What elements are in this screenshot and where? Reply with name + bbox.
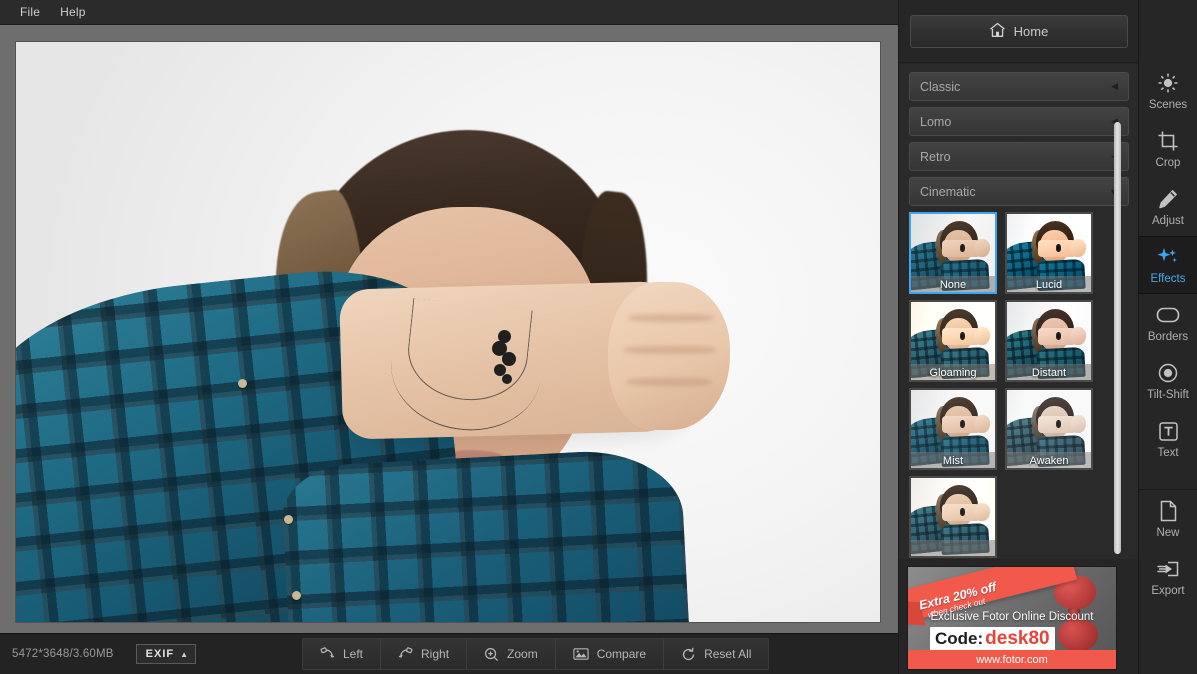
menu-file[interactable]: File [10,2,50,22]
rotate-left-icon [320,647,335,661]
image-info-text: 5472*3648/3.60MB [12,648,114,660]
zoom-in-icon [484,647,499,662]
menu-help[interactable]: Help [50,2,95,22]
home-label: Home [1014,24,1049,39]
ad-coupon-code: Code: desk80 [930,627,1055,651]
effect-thumb-none[interactable]: None [909,212,997,294]
tool-rail: Scenes Crop Adjust [1138,0,1197,674]
rail-label-export: Export [1151,585,1184,597]
sparkle-icon [1156,245,1180,269]
exif-label: EXIF [146,648,174,660]
effects-panel: Classic ◀ Lomo ◀ Retro ◀ Cinematic ▼ [899,64,1139,559]
home-icon [989,22,1006,41]
reset-icon [681,647,696,662]
chevron-left-icon: ◀ [1111,81,1118,92]
rotate-right-label: Right [421,647,449,661]
rail-item-tilt-shift[interactable]: Tilt-Shift [1139,352,1197,410]
category-lomo[interactable]: Lomo ◀ [909,107,1129,136]
zoom-button[interactable]: Zoom [467,639,556,669]
compare-label: Compare [597,647,646,661]
effect-thumb-gloaming[interactable]: Gloaming [909,300,997,382]
effect-thumb-lucid[interactable]: Lucid [1005,212,1093,294]
effect-thumb-distant[interactable]: Distant [1005,300,1093,382]
exif-button[interactable]: EXIF ▲ [136,644,196,664]
rail-item-borders[interactable]: Borders [1139,294,1197,352]
crop-icon [1157,129,1179,153]
effect-label: Lucid [1007,279,1091,291]
category-retro-label: Retro [920,150,951,164]
reset-all-label: Reset All [704,647,751,661]
compare-image-icon [573,647,589,661]
effect-label: Awaken [1007,455,1091,467]
rail-label-tilt-shift: Tilt-Shift [1147,389,1189,401]
text-box-icon [1158,419,1179,443]
rotate-right-icon [398,647,413,661]
rail-label-new: New [1156,527,1179,539]
rail-label-adjust: Adjust [1152,215,1184,227]
rail-label-scenes: Scenes [1149,99,1187,111]
rail-item-export[interactable]: Export [1139,548,1197,606]
rail-item-text[interactable]: Text [1139,410,1197,468]
effect-label: Distant [1007,367,1091,379]
rail-item-effects[interactable]: Effects [1139,236,1197,294]
rotate-left-button[interactable]: Left [303,639,381,669]
ad-code-label: Code: [935,629,983,649]
home-button[interactable]: Home [910,15,1128,48]
pushpin-icon [1058,619,1098,651]
effect-thumbnail-grid: None Lucid Gloaming [909,212,1109,568]
export-icon [1156,557,1180,581]
effects-scrollbar-thumb[interactable] [1114,122,1121,554]
reset-all-button[interactable]: Reset All [664,639,768,669]
category-classic-label: Classic [920,80,960,94]
effects-scrollbar-track[interactable] [1114,122,1121,554]
rail-item-new[interactable]: New [1139,490,1197,548]
promo-ad-banner[interactable]: Extra 20% off when check out Exclusive F… [907,566,1117,670]
menu-bar: File Help [0,0,898,25]
ad-url[interactable]: www.fotor.com [908,650,1116,669]
effect-thumb-partial[interactable] [909,476,997,558]
sun-icon [1157,71,1179,95]
effect-label: None [911,279,995,291]
target-icon [1157,361,1179,385]
rotate-left-label: Left [343,647,363,661]
category-lomo-label: Lomo [920,115,951,129]
rail-label-borders: Borders [1148,331,1188,343]
pencil-icon [1157,187,1179,211]
edited-photo [16,42,880,622]
chevron-up-icon: ▲ [180,650,188,659]
effect-label: Mist [911,455,995,467]
right-panel: Home Classic ◀ Lomo ◀ Retro ◀ Cinematic … [898,0,1138,674]
category-cinematic[interactable]: Cinematic ▼ [909,177,1129,206]
image-canvas[interactable] [16,42,880,622]
rail-label-effects: Effects [1151,273,1186,285]
category-retro[interactable]: Retro ◀ [909,142,1129,171]
effect-thumb-mist[interactable]: Mist [909,388,997,470]
rail-item-scenes[interactable]: Scenes [1139,62,1197,120]
app-window: File Help [0,0,1197,674]
effect-preview-image [911,478,995,556]
zoom-label: Zoom [507,647,538,661]
rail-item-crop[interactable]: Crop [1139,120,1197,178]
new-file-icon [1159,499,1178,523]
rail-item-adjust[interactable]: Adjust [1139,178,1197,236]
home-zone: Home [899,0,1138,63]
rotate-right-button[interactable]: Right [381,639,467,669]
compare-button[interactable]: Compare [556,639,664,669]
rail-divider [1139,468,1197,490]
status-bar: 5472*3648/3.60MB EXIF ▲ Left [0,633,898,674]
effect-label: Gloaming [911,367,995,379]
canvas-tools-group: Left Right Zoom [302,638,769,670]
category-classic[interactable]: Classic ◀ [909,72,1129,101]
rail-label-crop: Crop [1156,157,1181,169]
ad-headline: Exclusive Fotor Online Discount [908,611,1116,623]
category-cinematic-label: Cinematic [920,185,976,199]
rail-label-text: Text [1157,447,1178,459]
rounded-rectangle-icon [1156,303,1180,327]
effect-thumb-awaken[interactable]: Awaken [1005,388,1093,470]
ad-code-value: desk80 [985,628,1049,650]
editor-area [0,26,898,633]
